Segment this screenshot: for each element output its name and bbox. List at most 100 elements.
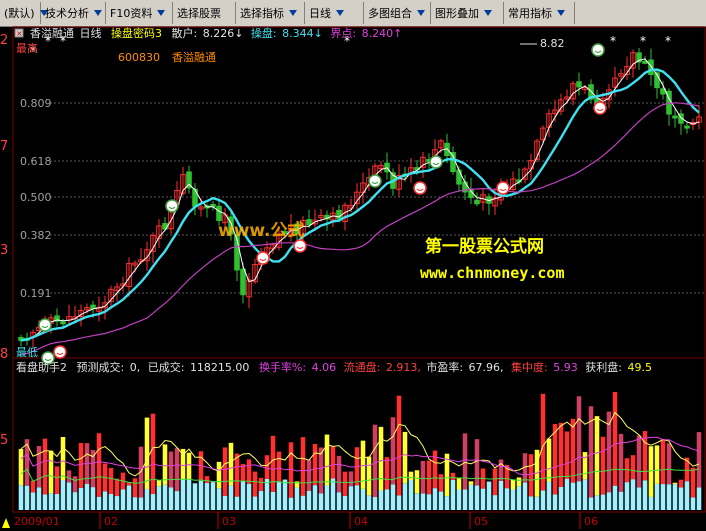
volume-bar [18,448,24,486]
toolbar-button-3[interactable]: 选择股票 [173,2,236,24]
volume-bar-base [336,492,342,510]
toolbar-button-1[interactable]: 技术分析 [41,2,106,24]
volume-bar-base [660,484,666,510]
volume-bar [66,470,72,483]
forecast-label: 预测成交: [77,360,125,374]
volume-bar-base [156,486,162,510]
stock-code: 600830 [118,51,160,64]
volume-bar [546,438,552,482]
volume-bar [666,443,672,485]
volume-bar [456,478,462,490]
star-marker-icon: * [665,34,671,48]
volume-bar [156,480,162,487]
volume-bar-base [618,491,624,510]
volume-bar [468,481,474,485]
volume-bar [558,422,564,487]
volume-bar-base [666,484,672,510]
volume-header: 看盘助手2 预测成交: 0, 已成交: 118215.00 换手率%: 4.06… [16,360,652,374]
volume-bar [438,474,444,492]
volume-bar [576,396,582,482]
volume-bar [258,477,264,492]
volume-bar-base [210,482,216,510]
volume-bar [48,450,54,494]
volume-bar [252,471,258,497]
volume-bar-base [648,496,654,510]
volume-bar [144,417,150,489]
volume-bar [222,447,228,496]
ma-line [20,102,700,355]
fib-label-618: 0.618 [20,155,52,168]
stock-name: 香溢融通 [30,26,74,40]
volume-bar-base [318,493,324,510]
toolbar: (默认) 技术分析 F10资料 选择股票 选择指标 日线 多图组合 图形叠加 常用指标 [0,0,706,27]
volume-bar [402,431,408,484]
volume-bar [228,442,234,486]
candle-body [456,169,462,185]
volume-bar-base [576,481,582,510]
volume-bar [384,457,390,490]
toolbar-button-5[interactable]: 日线 [305,2,364,24]
volume-bar-base [516,486,522,510]
volume-bar-base [582,479,588,510]
overlay-text: www.公式 [218,220,305,241]
volume-bar-base [414,493,420,510]
volume-bar [396,395,402,496]
toolbar-button-0[interactable]: (默认) [0,2,48,24]
volume-bar-base [486,481,492,510]
toolbar-button-2[interactable]: F10资料 [106,2,173,24]
smiley-icon [591,43,605,57]
volume-bar-base [216,488,222,510]
volume-bar [426,460,432,495]
volume-bar-base [66,482,72,510]
volume-bar-base [456,489,462,510]
volume-bar [312,443,318,486]
date-label-04: 04 [354,515,368,528]
volume-bar [204,476,210,484]
volume-bar-base [150,494,156,510]
volume-bar-base [468,484,474,510]
operator-label: 操盘: [251,26,277,40]
star-marker-icon: * [640,34,646,48]
volume-bar [498,459,504,481]
volume-bar-base [366,495,372,510]
profit-label: 获利盘: [585,360,622,374]
volume-bar [390,417,396,485]
watermark-cn: 第一股票公式网 [425,236,544,257]
toolbar-button-7[interactable]: 图形叠加 [431,2,504,24]
volume-bar [276,451,282,482]
volume-bar [372,424,378,498]
volume-bar-base [492,495,498,510]
vol-indicator: 看盘助手2 [16,360,67,374]
volume-bar-base [36,487,42,510]
toolbar-button-label: (默认) [4,7,35,20]
toolbar-button-8[interactable]: 常用指标 [504,2,575,24]
volume-bar [570,418,576,483]
volume-bar-base [198,480,204,510]
watermark-url: www.chnmoney.com [420,264,565,282]
volume-bar-base [90,487,96,510]
conc-label: 集中度: [511,360,548,374]
toolbar-button-6[interactable]: 多图组合 [364,2,431,24]
chevron-down-icon [336,10,344,16]
stock-chart: 0.809 0.618 0.500 0.382 0.191 2 7 3 8 5 … [0,26,706,529]
volume-bar [690,467,696,498]
volume-bar-base [264,478,270,510]
volume-bar-base [378,490,384,510]
volume-bar-base [612,485,618,510]
volume-bar [168,451,174,488]
smiley-icon [53,345,67,359]
volume-bar-base [132,497,138,510]
smiley-icon [293,239,307,253]
volume-bar-base [180,479,186,510]
volume-bar [246,459,252,484]
volume-bar [366,456,372,496]
left-edge-digit: 7 [0,139,8,154]
volume-bar-base [600,494,606,510]
volume-bar-base [138,497,144,510]
smiley-icon [593,101,607,115]
float-value: 2.913, [386,361,421,374]
toolbar-button-4[interactable]: 选择指标 [236,2,305,24]
volume-bar [324,434,330,486]
volume-bar [60,437,66,481]
volume-bar [270,435,276,492]
